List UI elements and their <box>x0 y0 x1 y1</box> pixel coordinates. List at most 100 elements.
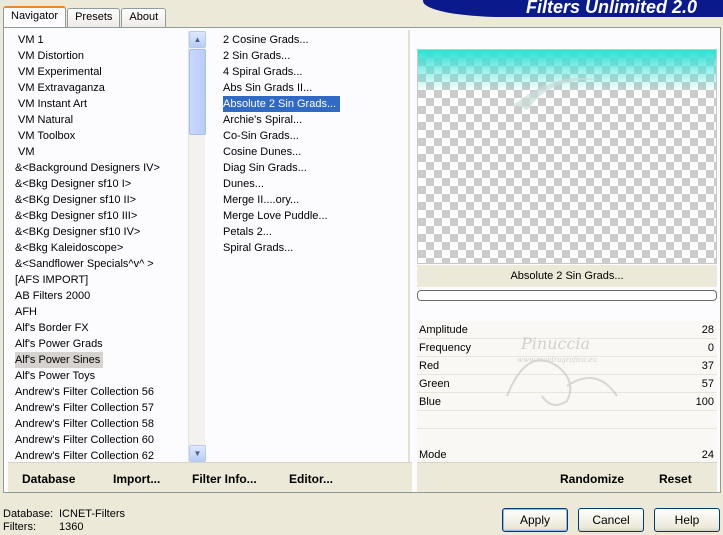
param-name: Green <box>419 378 450 390</box>
category-item[interactable]: Alf's Power Toys <box>12 368 187 384</box>
progress-bar <box>417 290 717 301</box>
category-item-label: VM Toolbox <box>18 130 76 142</box>
tab-about[interactable]: About <box>121 8 167 27</box>
category-item-label: Alf's Power Toys <box>15 370 96 382</box>
scroll-up-arrow-icon[interactable]: ▲ <box>189 31 206 48</box>
tab-navigator[interactable]: Navigator <box>3 6 67 28</box>
filter-item[interactable]: 4 Spiral Grads... <box>221 64 407 80</box>
param-value: 0 <box>707 342 714 354</box>
category-item[interactable]: VM Distortion <box>12 48 187 64</box>
param-name: Blue <box>419 396 442 408</box>
editor-button[interactable]: Editor... <box>289 472 333 486</box>
left-button-bar: Database Import... Filter Info... Editor… <box>8 462 412 492</box>
category-item[interactable]: Alf's Border FX <box>12 320 187 336</box>
filter-list[interactable]: 2 Cosine Grads... 2 Sin Grads... 4 Spiral … <box>221 32 407 256</box>
category-item[interactable]: VM Natural <box>12 112 187 128</box>
status-info: Database: ICNET-Filters Filters: 1360 <box>3 508 125 534</box>
cancel-button[interactable]: Cancel <box>578 508 644 532</box>
filter-preview <box>417 49 717 264</box>
param-name: Frequency <box>419 342 471 354</box>
param-name: Amplitude <box>419 324 468 336</box>
category-item-label: VM Natural <box>18 114 74 126</box>
param-value: 37 <box>701 360 714 372</box>
randomize-button[interactable]: Randomize <box>560 472 624 486</box>
apply-button[interactable]: Apply <box>502 508 568 532</box>
database-value: ICNET-Filters <box>59 508 125 520</box>
category-item-label: Andrew's Filter Collection 56 <box>15 386 155 398</box>
filter-item[interactable]: Spiral Grads... <box>221 240 407 256</box>
category-scrollbar[interactable]: ▲ ▼ <box>188 31 206 462</box>
scroll-thumb[interactable] <box>189 49 206 135</box>
param-value: 100 <box>695 396 714 408</box>
filters-label: Filters: <box>3 521 36 533</box>
category-item[interactable]: AB Filters 2000 <box>12 288 187 304</box>
filter-item[interactable]: Petals 2... <box>221 224 407 240</box>
filter-item[interactable]: Archie's Spiral... <box>221 112 407 128</box>
filter-item[interactable]: Diag Sin Grads... <box>221 160 407 176</box>
category-item[interactable]: &<BKg Designer sf10 IV> <box>12 224 187 240</box>
category-item[interactable]: Andrew's Filter Collection 62 <box>12 448 187 462</box>
category-item[interactable]: &<Bkg Designer sf10 I> <box>12 176 187 192</box>
category-item-label: Alf's Border FX <box>15 322 89 334</box>
filters-count: 1360 <box>59 521 84 533</box>
category-item-label: &<BKg Designer sf10 IV> <box>15 226 141 238</box>
category-item-label: AFH <box>15 306 37 318</box>
category-item-label: Andrew's Filter Collection 60 <box>15 434 155 446</box>
category-item[interactable]: VM Extravaganza <box>12 80 187 96</box>
category-item[interactable]: [AFS IMPORT] <box>12 272 187 288</box>
filter-item-label: Spiral Grads... <box>223 242 294 254</box>
category-item[interactable]: VM Instant Art <box>12 96 187 112</box>
filter-item-label: Dunes... <box>223 178 264 190</box>
category-item[interactable]: VM 1 <box>12 32 187 48</box>
category-item[interactable]: Andrew's Filter Collection 57 <box>12 400 187 416</box>
right-button-bar: Randomize Reset <box>417 462 717 492</box>
category-item[interactable]: Andrew's Filter Collection 58 <box>12 416 187 432</box>
param-name: Red <box>419 360 440 372</box>
filter-item[interactable]: Merge Love Puddle... <box>221 208 407 224</box>
category-item[interactable]: AFH <box>12 304 187 320</box>
filter-item[interactable]: 2 Sin Grads... <box>221 48 407 64</box>
filter-item[interactable]: Absolute 2 Sin Grads... <box>221 96 407 112</box>
import-button[interactable]: Import... <box>113 472 160 486</box>
help-button[interactable]: Help <box>654 508 720 532</box>
preview-filter-name: Absolute 2 Sin Grads... <box>417 265 717 287</box>
watermark-site: www.maidragrafica.eu <box>517 356 598 364</box>
category-item[interactable]: Andrew's Filter Collection 56 <box>12 384 187 400</box>
database-button[interactable]: Database <box>22 472 75 486</box>
category-item[interactable]: &<Bkg Designer sf10 III> <box>12 208 187 224</box>
category-item[interactable]: VM Toolbox <box>12 128 187 144</box>
filter-item[interactable]: Dunes... <box>221 176 407 192</box>
filter-item[interactable]: Co-Sin Grads... <box>221 128 407 144</box>
category-item[interactable]: VM <box>12 144 187 160</box>
category-item[interactable]: VM Experimental <box>12 64 187 80</box>
category-item[interactable]: Alf's Power Sines <box>12 352 187 368</box>
reset-button[interactable]: Reset <box>659 472 692 486</box>
category-item-label: &<Sandflower Specials^v^ > <box>15 258 154 270</box>
category-item[interactable]: &<Bkg Kaleidoscope> <box>12 240 187 256</box>
category-item[interactable]: &<BKg Designer sf10 II> <box>12 192 187 208</box>
filter-item-label: Merge II....ory... <box>223 194 300 206</box>
filter-item-label: Diag Sin Grads... <box>223 162 307 174</box>
category-item-label: AB Filters 2000 <box>15 290 91 302</box>
category-item-label: VM Extravaganza <box>18 82 105 94</box>
filter-item[interactable]: 2 Cosine Grads... <box>221 32 407 48</box>
category-item[interactable]: Andrew's Filter Collection 60 <box>12 432 187 448</box>
category-item-label: &<Bkg Designer sf10 III> <box>15 210 138 222</box>
category-item-label: Andrew's Filter Collection 58 <box>15 418 155 430</box>
category-item-label: &<Background Designers IV> <box>15 162 160 174</box>
filter-item[interactable]: Merge II....ory... <box>221 192 407 208</box>
tab-presets[interactable]: Presets <box>67 8 121 27</box>
scroll-down-arrow-icon[interactable]: ▼ <box>189 445 206 462</box>
filter-item[interactable]: Abs Sin Grads II... <box>221 80 407 96</box>
param-value: 28 <box>701 324 714 336</box>
category-item-label: VM Instant Art <box>18 98 88 110</box>
filter-item-label: Archie's Spiral... <box>223 114 303 126</box>
category-list[interactable]: VM 1 VM Distortion VM Experimental VM Extra… <box>12 32 187 462</box>
filter-info-button[interactable]: Filter Info... <box>192 472 257 486</box>
category-item[interactable]: Alf's Power Grads <box>12 336 187 352</box>
category-item-label: Alf's Power Sines <box>15 352 104 368</box>
category-item[interactable]: &<Sandflower Specials^v^ > <box>12 256 187 272</box>
filter-item[interactable]: Cosine Dunes... <box>221 144 407 160</box>
category-item[interactable]: &<Background Designers IV> <box>12 160 187 176</box>
category-item-label: VM Experimental <box>18 66 102 78</box>
